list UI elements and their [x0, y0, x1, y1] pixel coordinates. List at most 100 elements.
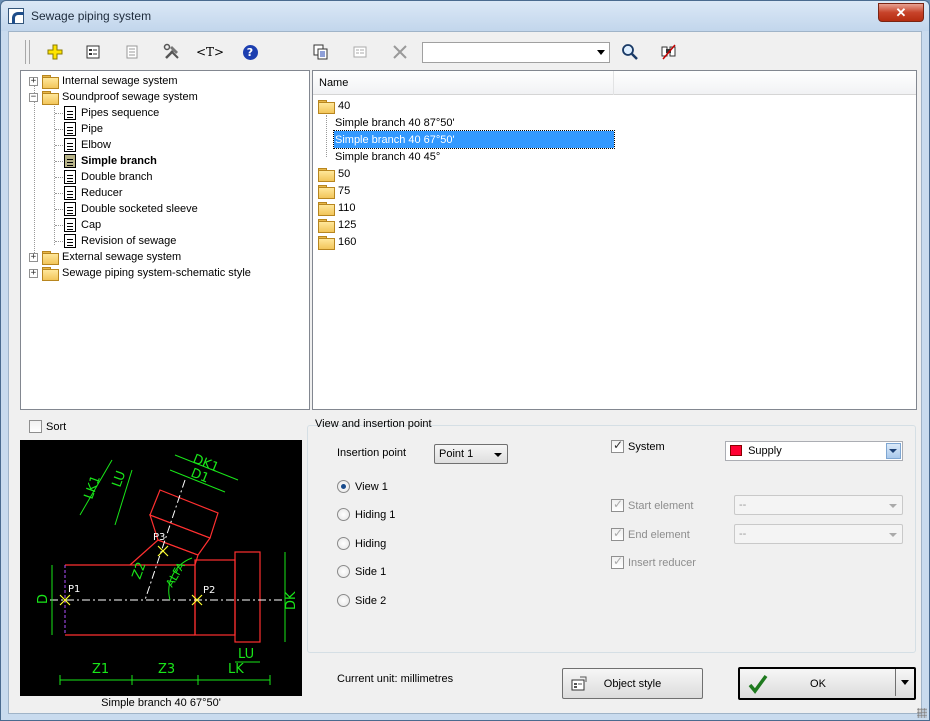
collapse-icon[interactable]: −	[29, 92, 38, 102]
group-title: View and insertion point	[315, 418, 432, 430]
checkbox-box[interactable]	[611, 526, 624, 541]
list-folder[interactable]: 160	[318, 233, 356, 250]
tree-item-cap[interactable]: Cap	[64, 217, 101, 233]
tree-item-internal-sewage-system[interactable]: + Internal sewage system	[29, 73, 178, 89]
tree-item-double-branch[interactable]: Double branch	[64, 169, 153, 185]
chevron-down-icon	[889, 449, 897, 453]
tree-item-pipes-sequence[interactable]: Pipes sequence	[64, 105, 159, 121]
list-folder[interactable]: 75	[318, 182, 350, 199]
radio-button[interactable]	[337, 480, 350, 493]
checkbox-box[interactable]	[611, 497, 624, 512]
list-item[interactable]: Simple branch 40 45°	[334, 148, 441, 165]
list-header: Name	[313, 71, 916, 95]
list-item[interactable]: Simple branch 40 87°50'	[334, 114, 456, 131]
simple-branch-drawing: P1 P2 P3 D DK Z1 Z3 LK LU LK1 LU DK1 D1 …	[36, 452, 299, 685]
end-element-checkbox[interactable]: End element	[611, 526, 690, 541]
tree-item-double-socketed-sleeve[interactable]: Double socketed sleeve	[64, 201, 198, 217]
expand-icon[interactable]: +	[29, 268, 38, 278]
checkbox-box[interactable]	[611, 438, 624, 453]
radio-button[interactable]	[337, 565, 350, 578]
radio-side-1[interactable]: Side 1	[337, 565, 386, 578]
document-icon	[64, 170, 76, 184]
help-icon[interactable]: ?	[239, 41, 261, 63]
sort-checkbox[interactable]: Sort	[29, 420, 66, 433]
tree-item-soundproof-sewage-system[interactable]: − Soundproof sewage system	[29, 89, 198, 105]
start-element-select[interactable]: --	[734, 495, 903, 515]
radio-button[interactable]	[337, 508, 350, 521]
tree-item-simple-branch[interactable]: Simple branch	[64, 153, 157, 169]
folder-icon	[42, 251, 59, 265]
toolbar-grip[interactable]	[25, 40, 30, 64]
radio-label: Hiding 1	[355, 508, 396, 521]
object-style-icon	[571, 676, 587, 695]
close-button[interactable]: ✕	[878, 3, 924, 22]
folder-icon	[318, 235, 335, 250]
paste-icon[interactable]	[349, 41, 371, 63]
title-bar[interactable]: Sewage piping system ✕	[1, 1, 929, 31]
copy-icon[interactable]	[310, 41, 332, 63]
document-icon	[64, 186, 76, 200]
list-folder[interactable]: 110	[318, 199, 356, 216]
tree-item-elbow[interactable]: Elbow	[64, 137, 111, 153]
tools-icon[interactable]	[161, 41, 183, 63]
list-item-label: 160	[338, 235, 357, 248]
system-checkbox[interactable]: System	[611, 438, 665, 453]
system-label: System	[628, 440, 665, 453]
resize-grip[interactable]	[917, 708, 927, 718]
edit-icon[interactable]	[121, 41, 143, 63]
point-label-p2: P2	[203, 585, 215, 596]
tree-item-pipe[interactable]: Pipe	[64, 121, 103, 137]
tree-item-label: Double socketed sleeve	[81, 203, 198, 215]
search-icon[interactable]	[619, 41, 641, 63]
radio-side-2[interactable]: Side 2	[337, 594, 386, 607]
object-style-button[interactable]: Object style	[562, 668, 703, 699]
expand-icon[interactable]: +	[29, 252, 38, 262]
tree-item-revision-of-sewage[interactable]: Revision of sewage	[64, 233, 176, 249]
properties-icon[interactable]	[82, 41, 104, 63]
checkbox-box[interactable]	[29, 420, 42, 433]
dim-label-dk: DK	[284, 591, 299, 610]
radio-hiding[interactable]: Hiding	[337, 537, 386, 550]
add-icon[interactable]	[44, 41, 66, 63]
folder-icon	[318, 184, 335, 199]
tree-item-external-sewage-system[interactable]: + External sewage system	[29, 249, 181, 265]
start-element-checkbox[interactable]: Start element	[611, 497, 694, 512]
ok-menu-button[interactable]	[895, 669, 914, 696]
text-tag-icon[interactable]: <T>	[196, 41, 224, 63]
tree-item-label: Pipes sequence	[81, 107, 160, 119]
system-select[interactable]: Supply	[725, 441, 903, 461]
color-swatch	[730, 445, 742, 456]
find-in-drawing-icon[interactable]	[658, 41, 680, 63]
tree-item-schematic-style[interactable]: + Sewage piping system-schematic style	[29, 265, 251, 281]
insert-reducer-checkbox[interactable]: Insert reducer	[611, 554, 696, 569]
current-unit-text: Current unit: millimetres	[337, 673, 454, 685]
category-tree[interactable]: + Internal sewage system − Soundproof se…	[20, 70, 310, 410]
system-value: Supply	[748, 445, 782, 457]
window-title: Sewage piping system	[31, 9, 152, 23]
radio-button[interactable]	[337, 537, 350, 550]
list-folder-40[interactable]: 40	[318, 97, 350, 114]
tree-item-reducer[interactable]: Reducer	[64, 185, 123, 201]
radio-button[interactable]	[337, 594, 350, 607]
insertion-point-select[interactable]: Point 1	[434, 444, 508, 464]
list-folder[interactable]: 125	[318, 216, 356, 233]
ok-button[interactable]: OK	[738, 667, 916, 700]
end-element-select[interactable]: --	[734, 524, 903, 544]
column-header-name[interactable]: Name	[313, 71, 614, 95]
dim-label-lk1: LK1	[82, 474, 104, 502]
folder-icon	[318, 218, 335, 233]
chevron-down-icon	[597, 50, 605, 55]
list-item-selected[interactable]: Simple branch 40 67°50'	[333, 130, 615, 149]
list-folder[interactable]: 50	[318, 165, 350, 182]
search-combo[interactable]	[422, 42, 610, 63]
expand-icon[interactable]: +	[29, 76, 38, 86]
radio-hiding-1[interactable]: Hiding 1	[337, 508, 395, 521]
start-element-label: Start element	[628, 499, 694, 512]
checkbox-box[interactable]	[611, 554, 624, 569]
tree-item-label: Sewage piping system-schematic style	[62, 267, 251, 279]
element-list[interactable]: Name 40 Simple branch 40 87°50' Simple b…	[312, 70, 917, 410]
radio-view-1[interactable]: View 1	[337, 480, 388, 493]
point-label-p1: P1	[68, 584, 80, 595]
delete-icon[interactable]	[389, 41, 411, 63]
dropdown-button[interactable]	[886, 443, 901, 459]
